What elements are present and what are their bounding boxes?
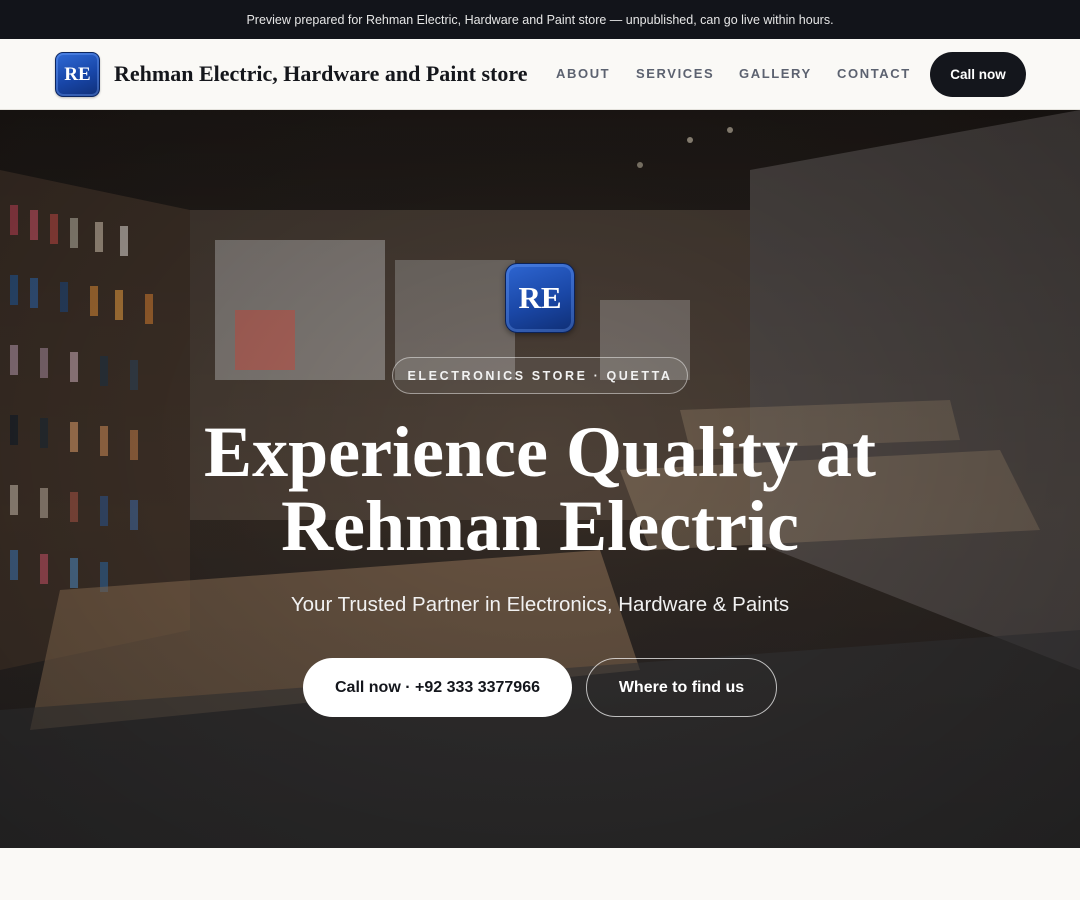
hero-section: RE ELECTRONICS STORE · QUETTA Experience…: [0, 110, 1080, 848]
hero-subtitle: Your Trusted Partner in Electronics, Har…: [290, 593, 790, 616]
nav-services[interactable]: SERVICES: [636, 66, 714, 81]
nav-gallery[interactable]: GALLERY: [739, 66, 812, 81]
brand-logo-text: RE: [64, 63, 91, 85]
brand-logo[interactable]: RE: [55, 52, 100, 97]
hero-title-line-2: Rehman Electric: [281, 486, 799, 566]
preview-banner: Preview prepared for Rehman Electric, Ha…: [0, 0, 1080, 39]
nav-about[interactable]: ABOUT: [556, 66, 610, 81]
hero-title-line-1: Experience Quality at: [204, 412, 876, 492]
hero-logo: RE: [505, 263, 575, 333]
site-header: RE Rehman Electric, Hardware and Paint s…: [0, 39, 1080, 110]
hero-logo-text: RE: [518, 280, 562, 315]
hero-category-tag: ELECTRONICS STORE · QUETTA: [392, 357, 688, 394]
hero-call-button[interactable]: Call now · +92 333 3377966: [303, 658, 572, 717]
nav-contact[interactable]: CONTACT: [837, 66, 911, 81]
brand-name[interactable]: Rehman Electric, Hardware and Paint stor…: [114, 61, 527, 87]
header-call-button[interactable]: Call now: [930, 52, 1026, 97]
hero-title: Experience Quality at Rehman Electric: [140, 415, 940, 563]
hero-location-button[interactable]: Where to find us: [586, 658, 777, 717]
preview-banner-text: Preview prepared for Rehman Electric, Ha…: [246, 12, 834, 27]
next-section: [0, 848, 1080, 900]
